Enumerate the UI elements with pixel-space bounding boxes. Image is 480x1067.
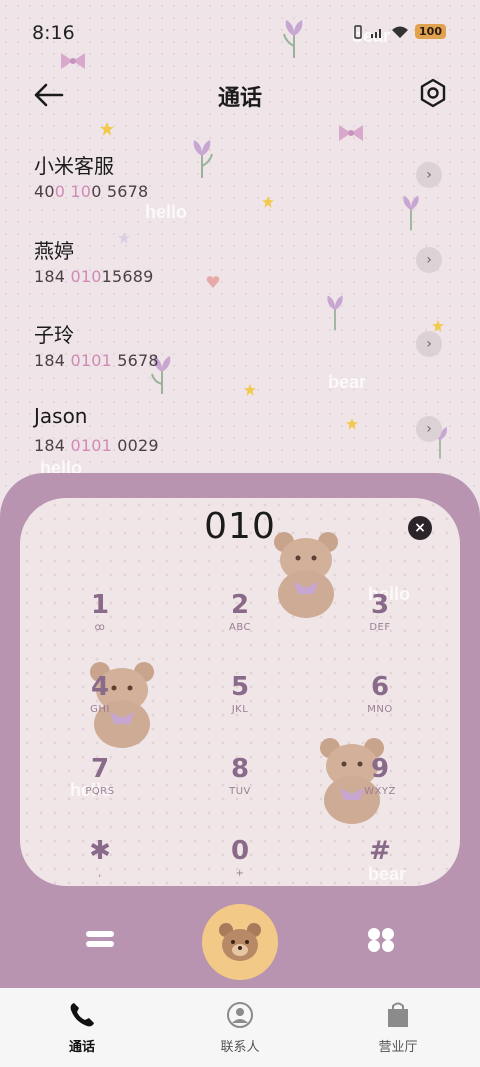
key-hash[interactable]: #: [320, 836, 440, 886]
key-letters: DEF: [369, 622, 391, 633]
key-letters: ,: [98, 868, 102, 879]
contact-row[interactable]: Jason 184 0101 0029 ›: [0, 404, 480, 484]
key-letters: +: [235, 868, 245, 879]
chevron-right-icon[interactable]: ›: [416, 416, 442, 442]
key-2[interactable]: 2 ABC: [180, 590, 300, 660]
tab-label: 通话: [68, 1040, 95, 1055]
key-4[interactable]: 4 GHI: [40, 672, 160, 742]
key-digit: 5: [230, 672, 250, 702]
key-digit: 1: [90, 590, 110, 620]
key-1[interactable]: 1ꝏ: [40, 590, 160, 660]
clear-icon[interactable]: ×: [408, 516, 432, 540]
contact-number: 400 100 5678: [34, 182, 149, 201]
key-letters: MNO: [367, 704, 393, 715]
contact-name: Jason: [34, 404, 88, 428]
shopping-bag-icon: [388, 1002, 408, 1027]
key-digit: 8: [230, 754, 250, 784]
contact-name: 子玲: [34, 323, 74, 347]
chevron-right-icon[interactable]: ›: [416, 247, 442, 273]
chevron-right-icon[interactable]: ›: [416, 331, 442, 357]
key-digit: 7: [90, 754, 110, 784]
page-title: 通话: [217, 86, 262, 111]
signal-icon: [371, 28, 382, 38]
key-letters: ABC: [228, 622, 251, 633]
key-letters: TUV: [229, 786, 251, 797]
tab-contacts[interactable]: 联系人: [180, 1000, 300, 1055]
star-icon: [100, 122, 114, 136]
key-digit: #: [369, 836, 391, 866]
vibrate-icon: [354, 24, 362, 39]
teddy-bear-icon: [219, 923, 261, 961]
key-star[interactable]: ✱,: [40, 836, 160, 886]
chevron-right-icon[interactable]: ›: [416, 162, 442, 188]
key-letters: JKL: [231, 704, 249, 715]
person-icon: [227, 1002, 253, 1028]
top-bar: 通话: [0, 70, 480, 120]
contact-name: 小米客服: [34, 154, 114, 178]
keypad-toggle-icon[interactable]: [366, 926, 396, 954]
phone-icon: [70, 1003, 94, 1027]
key-3[interactable]: 3 DEF: [320, 590, 440, 660]
key-6[interactable]: 6 MNO: [320, 672, 440, 742]
key-digit: 9: [370, 754, 390, 784]
key-digit: 2: [230, 590, 250, 620]
key-9[interactable]: 9 WXYZ: [320, 754, 440, 824]
key-digit: 4: [90, 672, 110, 702]
key-digit: 6: [370, 672, 390, 702]
status-icons: 100: [351, 24, 446, 39]
key-7[interactable]: 7 PQRS: [40, 754, 160, 824]
contact-row[interactable]: 小米客服 400 100 5678 ›: [0, 150, 480, 230]
contact-number: 184 01015689: [34, 267, 154, 286]
wifi-icon: [392, 26, 409, 38]
contact-number: 184 0101 5678: [34, 351, 159, 370]
dialed-number: 010: [204, 506, 276, 547]
bottom-nav: 通话 联系人 营业厅: [0, 988, 480, 1067]
settings-icon[interactable]: [418, 78, 448, 108]
tab-label: 联系人: [220, 1040, 260, 1055]
dialpad: hello bear hello 010 × 1ꝏ 2 ABC 3 DEF 4 GHI…: [20, 498, 460, 886]
key-8[interactable]: 8 TUV: [180, 754, 300, 824]
contact-name: 燕婷: [34, 239, 74, 263]
menu-icon[interactable]: [86, 928, 114, 950]
contact-row[interactable]: 燕婷 184 01015689 ›: [0, 235, 480, 315]
key-letters: ꝏ: [94, 622, 106, 633]
key-digit: 0: [230, 836, 250, 866]
tab-label: 营业厅: [378, 1040, 418, 1055]
key-letters: WXYZ: [364, 786, 396, 797]
battery-icon: 100: [415, 24, 446, 39]
key-0[interactable]: 0 +: [180, 836, 300, 886]
status-time: 8:16: [32, 22, 75, 44]
key-letters: PQRS: [85, 786, 115, 797]
key-5[interactable]: 5 JKL: [180, 672, 300, 742]
call-button[interactable]: [202, 904, 278, 980]
bow-icon: [339, 125, 363, 141]
tab-store[interactable]: 营业厅: [338, 1000, 458, 1055]
key-digit: ✱: [89, 836, 111, 866]
status-bar: 8:16 100: [0, 0, 480, 60]
contact-row[interactable]: 子玲 184 0101 5678 ›: [0, 319, 480, 399]
key-letters: GHI: [90, 704, 110, 715]
contact-number: 184 0101 0029: [34, 436, 159, 455]
key-digit: 3: [370, 590, 390, 620]
tab-calls[interactable]: 通话: [22, 1000, 142, 1055]
